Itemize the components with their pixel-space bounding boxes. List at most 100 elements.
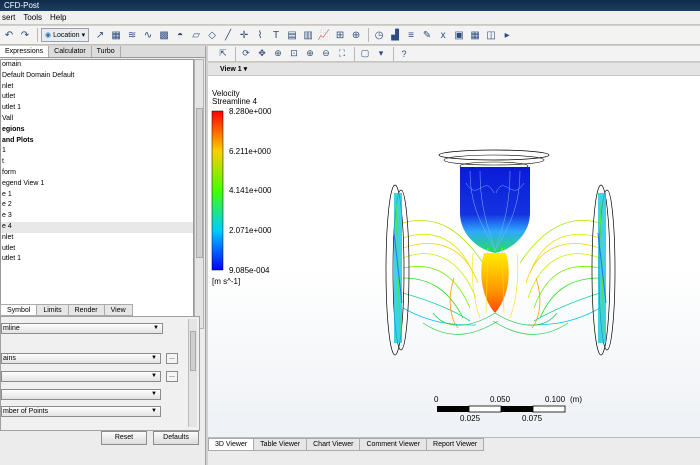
- sampling-dropdown[interactable]: mber of Points ▼: [1, 406, 161, 417]
- globe-icon[interactable]: ⊕: [349, 28, 363, 42]
- tab-table-viewer[interactable]: Table Viewer: [253, 438, 308, 451]
- grid-icon[interactable]: ⊞: [333, 28, 347, 42]
- turbo-icon[interactable]: ▦: [468, 28, 482, 42]
- tree-item[interactable]: egions: [1, 125, 193, 136]
- tab-comment-viewer[interactable]: Comment Viewer: [359, 438, 428, 451]
- probe-icon[interactable]: ✎: [420, 28, 434, 42]
- tree-item[interactable]: form: [1, 168, 193, 179]
- surface-icon[interactable]: ▱: [189, 28, 203, 42]
- plane-icon[interactable]: ◇: [205, 28, 219, 42]
- tree-item[interactable]: e 1: [1, 190, 193, 201]
- polyline-icon[interactable]: ⌇: [253, 28, 267, 42]
- defaults-button[interactable]: Defaults: [153, 431, 199, 445]
- ruler-label-0050: 0.050: [490, 395, 511, 404]
- tree-item[interactable]: egend View 1: [1, 179, 193, 190]
- scrollbar-thumb[interactable]: [190, 331, 196, 371]
- tree-item[interactable]: 1: [1, 146, 193, 157]
- legend-max: 8.280e+000: [229, 107, 272, 116]
- viewer-tabs: 3D Viewer Table Viewer Chart Viewer Comm…: [208, 437, 700, 451]
- ruler-label-0100: 0.100: [545, 395, 566, 404]
- scrollbar-thumb[interactable]: [196, 108, 203, 258]
- legend-icon[interactable]: ▤: [285, 28, 299, 42]
- chevron-down-icon: ▼: [153, 325, 159, 331]
- streamline-icon[interactable]: ≋: [125, 28, 139, 42]
- tab-limits[interactable]: Limits: [36, 304, 69, 316]
- left-flange: [385, 184, 410, 356]
- tab-symbol[interactable]: Symbol: [0, 304, 38, 316]
- zoom-out-icon[interactable]: ⊖: [319, 47, 333, 61]
- text-icon[interactable]: T: [269, 28, 283, 42]
- reset-button[interactable]: Reset: [101, 431, 147, 445]
- zoom-in-icon[interactable]: ⊕: [303, 47, 317, 61]
- tree-item[interactable]: Vall: [1, 114, 193, 125]
- particle-icon[interactable]: ∿: [141, 28, 155, 42]
- menu-tools[interactable]: Tools: [23, 13, 42, 22]
- legend-value-4: 2.071e+000: [229, 226, 272, 235]
- select-icon[interactable]: ⇱: [216, 47, 230, 61]
- type-dropdown[interactable]: mline ▼: [1, 323, 163, 334]
- chart-viewer-icon[interactable]: ▟: [388, 28, 402, 42]
- domains-dropdown[interactable]: ains ▼: [1, 353, 161, 364]
- volume-render-icon[interactable]: ▩: [157, 28, 171, 42]
- right-streamlines: [519, 220, 601, 326]
- details-scrollbar[interactable]: [188, 319, 197, 427]
- tab-turbo[interactable]: Turbo: [92, 46, 121, 57]
- command-icon[interactable]: ▸: [500, 28, 514, 42]
- tree-item[interactable]: nlet: [1, 233, 193, 244]
- zoom-icon[interactable]: ⊕: [271, 47, 285, 61]
- tree-item[interactable]: t: [1, 157, 193, 168]
- tree-item[interactable]: nlet: [1, 82, 193, 93]
- location-button[interactable]: ◉ Location ▾: [41, 28, 90, 42]
- chart-icon[interactable]: 📈: [317, 28, 331, 42]
- clock-icon[interactable]: ◷: [372, 28, 386, 42]
- zoom-box-icon[interactable]: ⊡: [287, 47, 301, 61]
- type-value: mline: [3, 325, 20, 332]
- redo-icon[interactable]: ↷: [18, 28, 32, 42]
- tab-view[interactable]: View: [103, 304, 133, 316]
- start-from-dropdown[interactable]: ▼: [1, 371, 161, 382]
- scene-svg: [211, 110, 616, 413]
- rotate-icon[interactable]: ⟳: [239, 47, 253, 61]
- chevron-down-icon[interactable]: ▾: [374, 47, 388, 61]
- tab-3d-viewer[interactable]: 3D Viewer: [208, 438, 255, 451]
- tree-item[interactable]: Default Domain Default: [1, 71, 193, 82]
- isosurface-icon[interactable]: ◓: [173, 28, 187, 42]
- tree-item[interactable]: omain: [1, 60, 193, 71]
- macros-icon[interactable]: ◫: [484, 28, 498, 42]
- tree-item[interactable]: utlet: [1, 92, 193, 103]
- undo-icon[interactable]: ↶: [2, 28, 16, 42]
- tree-item[interactable]: utlet: [1, 244, 193, 255]
- tree-item[interactable]: utlet 1: [1, 103, 193, 114]
- tree-item[interactable]: e 2: [1, 200, 193, 211]
- report-icon[interactable]: ▣: [452, 28, 466, 42]
- table-icon[interactable]: ▥: [301, 28, 315, 42]
- line-icon[interactable]: ╱: [221, 28, 235, 42]
- tab-chart-viewer[interactable]: Chart Viewer: [306, 438, 361, 451]
- tab-calculators[interactable]: Calculator: [49, 46, 92, 57]
- outline-scrollbar[interactable]: [194, 59, 204, 329]
- tree-item[interactable]: and Plots: [1, 136, 193, 147]
- tree-item[interactable]: utlet 1: [1, 254, 193, 265]
- menu-help[interactable]: Help: [50, 13, 66, 22]
- vector-icon[interactable]: ↗: [93, 28, 107, 42]
- variables-icon[interactable]: x: [436, 28, 450, 42]
- tab-expressions[interactable]: Expressions: [0, 46, 50, 57]
- outline-tabs: Expressions Calculator Turbo: [0, 46, 205, 58]
- locations-dropdown[interactable]: ▼: [1, 389, 161, 400]
- help-icon[interactable]: ?: [397, 47, 411, 61]
- locations-more-button[interactable]: ...: [166, 371, 178, 382]
- contour-icon[interactable]: ▦: [109, 28, 123, 42]
- viewport-layout-icon[interactable]: ▢: [358, 47, 372, 61]
- expression-icon[interactable]: ≡: [404, 28, 418, 42]
- viewer-toolbar: ⇱ ⟳ ✥ ⊕ ⊡ ⊕ ⊖ ⛶ ▢ ▾ ?: [208, 46, 700, 62]
- tab-report-viewer[interactable]: Report Viewer: [426, 438, 485, 451]
- point-icon[interactable]: ✛: [237, 28, 251, 42]
- domains-more-button[interactable]: ...: [166, 353, 178, 364]
- tree-item[interactable]: e 3: [1, 211, 193, 222]
- fit-view-icon[interactable]: ⛶: [335, 47, 349, 61]
- pan-icon[interactable]: ✥: [255, 47, 269, 61]
- 3d-viewport[interactable]: View 1 ▾ Velocity Streamline 4 8.280e+00…: [208, 63, 700, 437]
- menu-insert[interactable]: sert: [2, 13, 15, 22]
- tab-render[interactable]: Render: [67, 304, 105, 316]
- tree-item[interactable]: e 4: [1, 221, 193, 233]
